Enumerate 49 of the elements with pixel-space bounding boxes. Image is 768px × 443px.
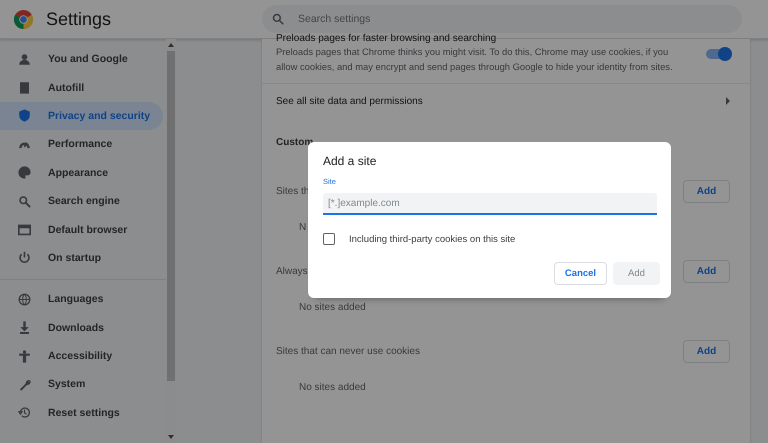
checkbox[interactable]	[323, 233, 335, 245]
search-icon	[272, 13, 284, 25]
sidebar-item[interactable]: Search engine	[0, 186, 163, 216]
sidebar-item[interactable]: Languages	[0, 285, 163, 314]
add-button[interactable]: Add	[683, 340, 730, 362]
section-heading: Custom	[276, 136, 314, 148]
sidebar-item[interactable]: Reset settings	[0, 398, 163, 428]
sidebar-item[interactable]: Downloads	[0, 314, 163, 342]
sidebar-item[interactable]: Accessibility	[0, 342, 163, 370]
add-button[interactable]: Add	[683, 180, 730, 202]
sidebar-item[interactable]: Default browser	[0, 215, 163, 244]
search-input[interactable]: Search settings	[296, 12, 732, 26]
setting-description: Preloads pages that Chrome thinks you might visit. To do this, Chrome may use cookies, if you allow cookies, and may encrypt and send pages through Google to hide your identity from sites.	[276, 45, 674, 74]
caret-icon	[726, 97, 730, 105]
add-button[interactable]: Add	[683, 260, 730, 282]
menu-item-icon	[18, 251, 31, 264]
page-title: Settings	[46, 8, 112, 30]
menu-item-icon	[18, 194, 31, 208]
menu-item-icon	[18, 52, 31, 66]
menu-item-icon	[18, 81, 31, 94]
menu-item-icon	[18, 292, 31, 306]
sidebar-item[interactable]: On startup	[0, 244, 163, 272]
empty-message: N	[299, 222, 306, 233]
sidebar-item[interactable]: Performance	[0, 130, 163, 159]
empty-message: No sites added	[299, 302, 366, 313]
site-list-label: Sites that can never use cookies	[276, 346, 420, 356]
empty-message: No sites added	[299, 382, 366, 393]
toggle-switch[interactable]	[706, 49, 730, 59]
menu-item-icon	[18, 406, 31, 420]
menu-item-icon	[18, 223, 31, 236]
sidebar-item[interactable]: Privacy and security	[0, 102, 163, 130]
checkbox-label: Including third-party cookies on this site	[349, 234, 516, 244]
site-list-label: Always	[276, 266, 308, 276]
browser-logo-icon	[14, 10, 33, 28]
sidebar-item[interactable]: You and Google	[0, 45, 163, 74]
site-data-link[interactable]: See all site data and permissions	[276, 84, 736, 118]
menu-item-icon	[18, 350, 31, 363]
setting-title: Preloads pages for faster browsing and searching	[276, 33, 498, 44]
dialog-title: Add a site	[323, 154, 378, 168]
menu-item-icon	[18, 321, 31, 334]
menu-item-icon	[18, 166, 31, 180]
sidebar-item[interactable]: Autofill	[0, 73, 163, 102]
cancel-button[interactable]: Cancel	[554, 262, 607, 285]
site-input-field[interactable]: [*.]example.com	[323, 193, 657, 215]
sidebar-item[interactable]: Appearance	[0, 158, 163, 187]
menu-item-icon	[18, 109, 31, 122]
menu-item-icon	[18, 378, 31, 391]
sidebar-item[interactable]: System	[0, 370, 163, 399]
search-field[interactable]: Search settings	[262, 5, 742, 33]
